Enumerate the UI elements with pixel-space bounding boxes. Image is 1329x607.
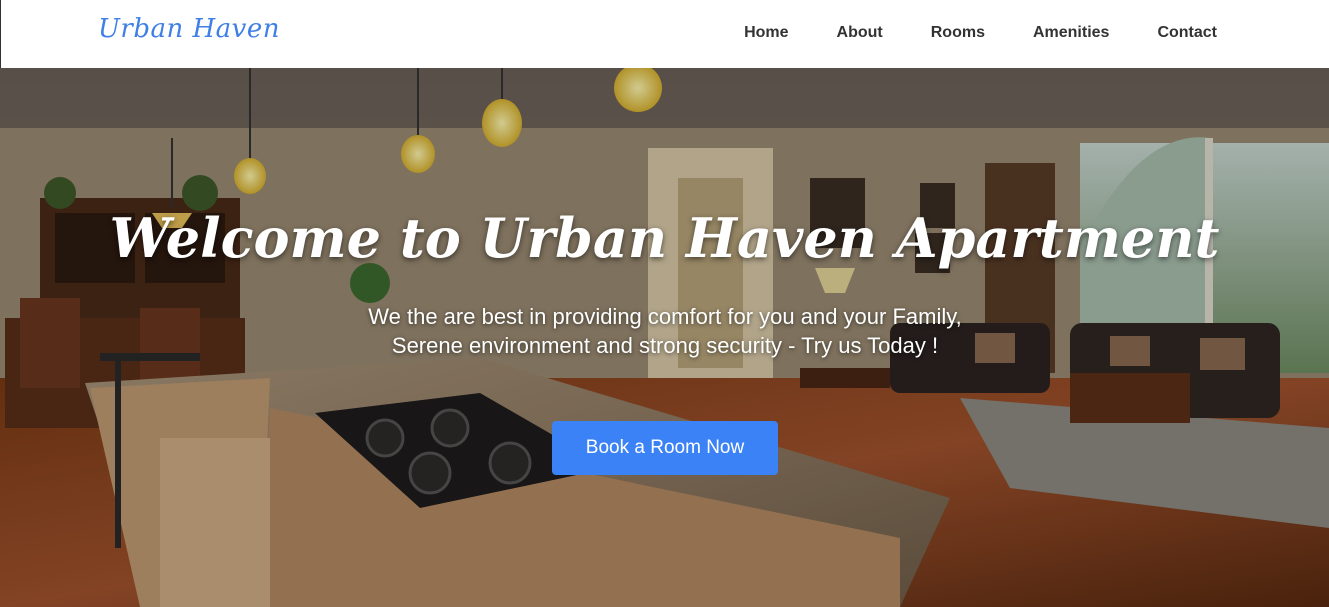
nav-link-rooms[interactable]: Rooms <box>931 24 985 42</box>
navbar: Urban Haven Home About Rooms Amenities C… <box>0 0 1329 68</box>
nav-link-home[interactable]: Home <box>744 24 788 42</box>
hero-title: Welcome to Urban Haven Apartment <box>109 206 1220 270</box>
nav-link-amenities[interactable]: Amenities <box>1033 24 1109 42</box>
nav-links: Home About Rooms Amenities Contact <box>696 24 1217 42</box>
hero-section: Welcome to Urban Haven Apartment We the … <box>0 68 1329 607</box>
brand-logo[interactable]: Urban Haven <box>98 14 280 44</box>
nav-link-about[interactable]: About <box>837 24 883 42</box>
book-room-button[interactable]: Book a Room Now <box>552 421 778 475</box>
hero-subtitle: We the are best in providing comfort for… <box>368 304 962 358</box>
nav-link-contact[interactable]: Contact <box>1157 24 1217 42</box>
